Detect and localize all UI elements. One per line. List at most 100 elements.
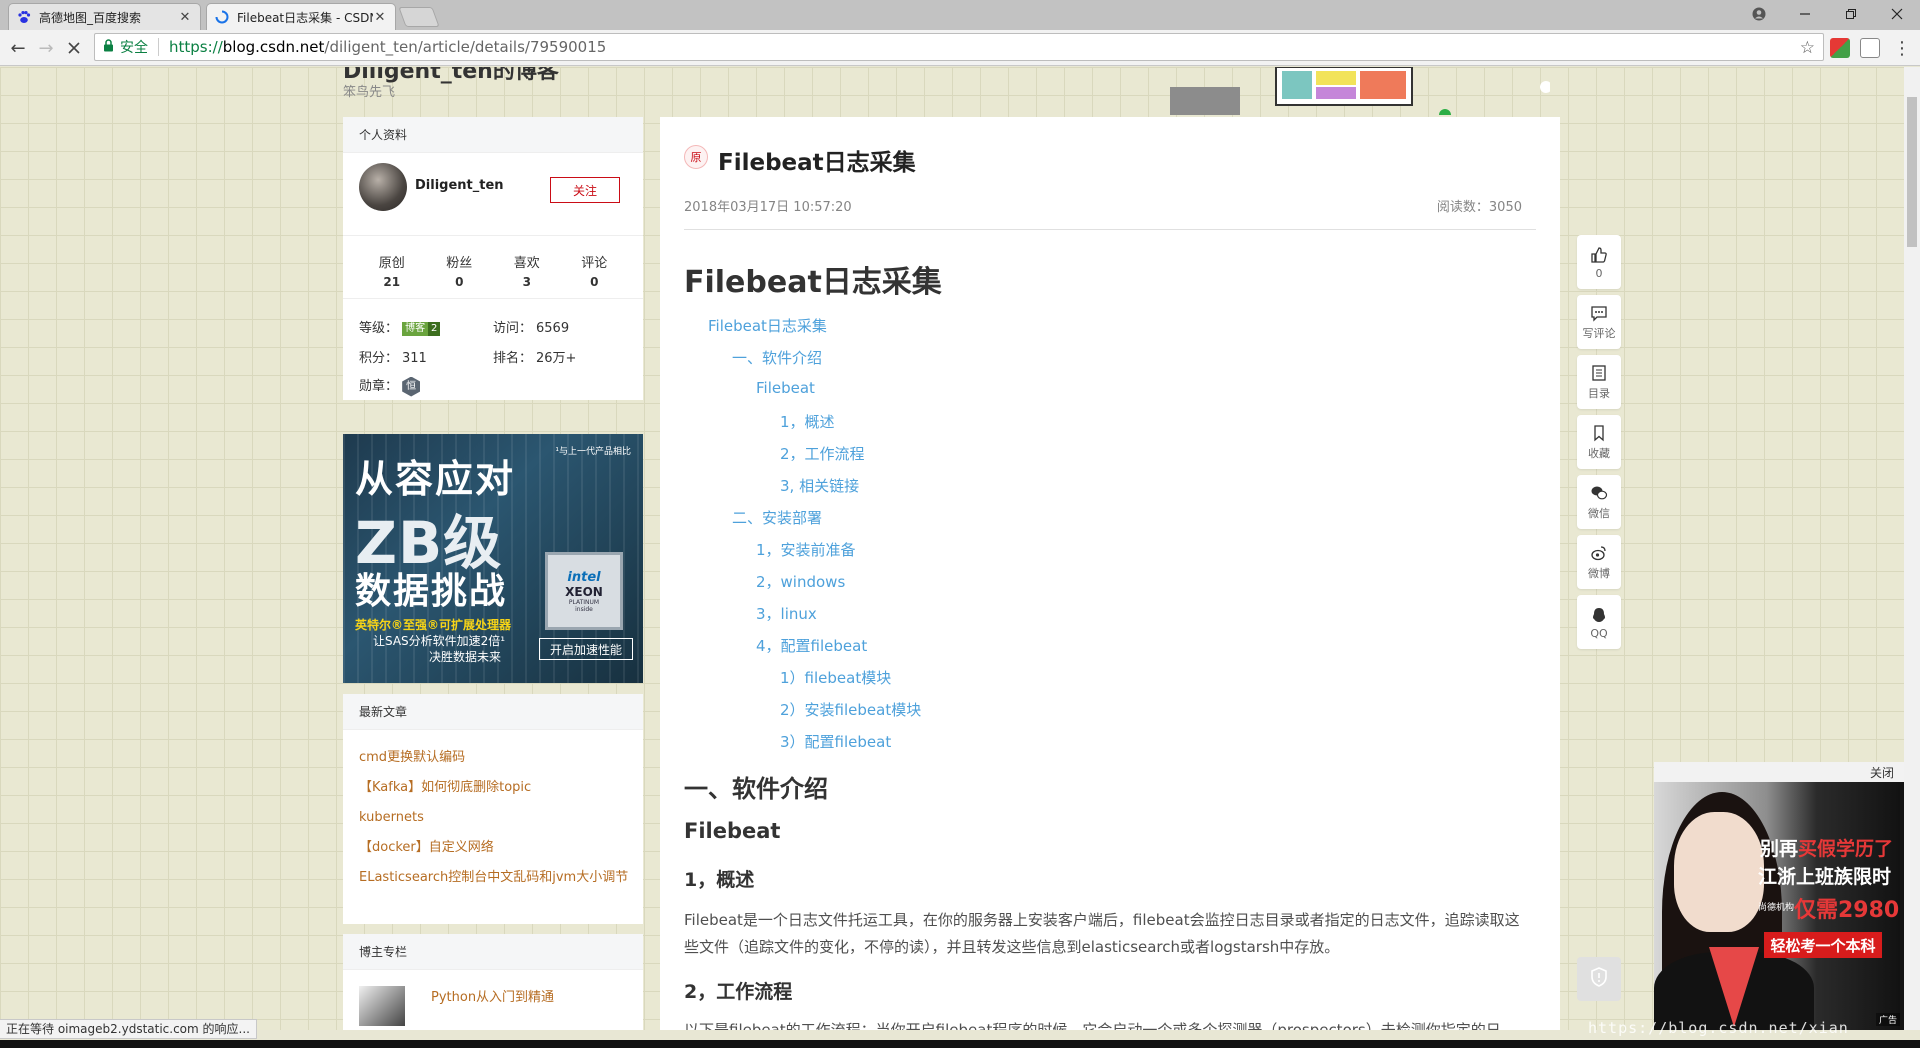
column-link[interactable]: Python从入门到精通 bbox=[431, 988, 631, 1008]
toc-link[interactable]: 3）配置filebeat bbox=[780, 731, 891, 752]
visits-value: 6569 bbox=[536, 321, 570, 336]
extension-icon[interactable] bbox=[1860, 38, 1880, 58]
comment-button[interactable]: 写评论 bbox=[1577, 295, 1621, 349]
right-ad[interactable]: 关闭 别再买假学历了 江浙上班族限时 尚德机构 仅需2980 轻松考一个本科 广… bbox=[1654, 762, 1904, 1030]
toc-link[interactable]: 1，概述 bbox=[780, 411, 835, 432]
follow-button[interactable]: 关注 bbox=[550, 177, 620, 203]
level-row: 等级： 博客 2 bbox=[359, 317, 441, 336]
address-bar[interactable]: 安全 https://blog.csdn.net/diligent_ten/ar… bbox=[94, 33, 1824, 61]
level-label: 等级： bbox=[359, 321, 399, 336]
recent-article-link[interactable]: ELasticsearch控制台中文乱码和jvm大小调节 bbox=[359, 868, 629, 888]
ad-subline-2: 让SAS分析软件加速2倍¹ bbox=[373, 634, 506, 648]
favorite-label: 收藏 bbox=[1588, 447, 1610, 460]
ad-cta-button[interactable]: 开启加速性能 bbox=[539, 638, 633, 660]
lock-icon bbox=[103, 39, 114, 55]
medal-badge-icon[interactable]: 恒 bbox=[402, 376, 421, 397]
toc-link[interactable]: 1，安装前准备 bbox=[756, 539, 856, 560]
recent-article-link[interactable]: 【docker】自定义网络 bbox=[359, 838, 629, 858]
tab-close-icon[interactable]: ✕ bbox=[373, 10, 387, 25]
close-window-icon[interactable] bbox=[1874, 0, 1920, 28]
toc-link[interactable]: 一、软件介绍 bbox=[732, 347, 822, 368]
toc-link[interactable]: Filebeat bbox=[756, 379, 815, 397]
level-badge[interactable]: 博客 bbox=[402, 321, 429, 336]
tab-close-icon[interactable]: ✕ bbox=[178, 10, 192, 25]
recent-article-link[interactable]: 【Kafka】如何彻底删除topic bbox=[359, 778, 629, 798]
loading-spinner-icon bbox=[215, 10, 229, 24]
toc-link[interactable]: 2）安装filebeat模块 bbox=[780, 699, 921, 720]
tab-strip: 高德地图_百度搜索 ✕ Filebeat日志采集 - CSDN ✕ bbox=[0, 0, 1920, 30]
toc-link[interactable]: 1）filebeat模块 bbox=[780, 667, 891, 688]
recent-article-link[interactable]: cmd更换默认编码 bbox=[359, 748, 629, 768]
ad-line-1a: 别再 bbox=[1760, 838, 1799, 860]
toc-link[interactable]: 4，配置filebeat bbox=[756, 635, 867, 656]
report-button[interactable] bbox=[1577, 957, 1621, 1001]
stat-original: 原创 21 bbox=[358, 236, 426, 298]
url-host: blog.csdn.net bbox=[222, 38, 325, 56]
url-path: /diligent_ten/article/details/79590015 bbox=[324, 38, 607, 56]
bookmark-star-icon[interactable]: ☆ bbox=[1800, 38, 1815, 58]
article-read-count: 阅读数：3050 bbox=[1436, 200, 1522, 215]
rank-row: 排名： 26万+ bbox=[493, 347, 576, 366]
stat-label: 粉丝 bbox=[446, 256, 473, 271]
username[interactable]: Diligent_ten bbox=[415, 178, 504, 193]
medal-row: 勋章： 恒 bbox=[359, 375, 421, 397]
profile-stats: 原创 21 粉丝 0 喜欢 3 评论 0 bbox=[343, 235, 643, 299]
new-tab-button[interactable] bbox=[398, 7, 440, 27]
recent-article-link[interactable]: kubernets bbox=[359, 808, 629, 828]
sidebar-ad-intel[interactable]: ¹与上一代产品相比 从容应对 ZB级 数据挑战 intel XEON PLATI… bbox=[343, 434, 643, 683]
favorite-button[interactable]: 收藏 bbox=[1577, 415, 1621, 469]
ad-face bbox=[1674, 812, 1764, 932]
extension-icon[interactable] bbox=[1830, 38, 1850, 58]
level-number: 2 bbox=[428, 321, 441, 336]
toc-link[interactable]: 2，windows bbox=[756, 571, 845, 592]
bookmark-icon bbox=[1589, 423, 1609, 443]
ad-headline-3: 数据挑战 bbox=[355, 571, 508, 612]
column-thumbnail[interactable] bbox=[359, 986, 405, 1026]
ad-price: 仅需2980 bbox=[1794, 898, 1900, 923]
blogger-column-header: 博主专栏 bbox=[343, 934, 643, 970]
like-count: 0 bbox=[1595, 266, 1603, 280]
toc-link[interactable]: 3, 相关链接 bbox=[780, 475, 859, 496]
minimize-icon[interactable] bbox=[1782, 0, 1828, 28]
thumbs-up-icon bbox=[1589, 245, 1609, 265]
toc-link[interactable]: 二、安装部署 bbox=[732, 507, 822, 528]
vertical-scrollbar[interactable] bbox=[1904, 67, 1920, 1030]
recent-articles-header: 最新文章 bbox=[343, 694, 643, 730]
ad-cta-button[interactable]: 轻松考一个本科 bbox=[1764, 932, 1882, 958]
image-watermark: https://blog.csdn.net/xian bbox=[1588, 1019, 1849, 1037]
qq-share-button[interactable]: QQ bbox=[1577, 595, 1621, 649]
taskbar-edge bbox=[0, 1040, 1920, 1048]
avatar[interactable] bbox=[359, 163, 407, 211]
points-row: 积分： 311 bbox=[359, 347, 427, 366]
stat-value: 0 bbox=[590, 275, 599, 289]
weibo-share-button[interactable]: 微博 bbox=[1577, 535, 1621, 589]
forward-icon[interactable]: → bbox=[34, 36, 58, 60]
ad-subline-1: 英特尔®至强®可扩展处理器 bbox=[355, 618, 512, 632]
stop-loading-icon[interactable] bbox=[62, 36, 86, 60]
visits-row: 访问： 6569 bbox=[493, 317, 569, 336]
toc-link[interactable]: 2，工作流程 bbox=[780, 443, 865, 464]
toc-link[interactable]: 3，linux bbox=[756, 603, 817, 624]
ad-line-1: 别再买假学历了 bbox=[1760, 834, 1893, 861]
profile-card-header: 个人资料 bbox=[343, 117, 643, 153]
secure-label: 安全 bbox=[120, 40, 148, 56]
chip-brand: intel bbox=[567, 569, 601, 585]
wechat-label: 微信 bbox=[1588, 507, 1610, 520]
ad-line-1b: 买假学历了 bbox=[1798, 838, 1894, 860]
wechat-share-button[interactable]: 微信 bbox=[1577, 475, 1621, 529]
restore-icon[interactable] bbox=[1828, 0, 1874, 28]
toc-link[interactable]: Filebeat日志采集 bbox=[708, 315, 827, 336]
article: 原 Filebeat日志采集 2018年03月17日 10:57:20 阅读数：… bbox=[660, 117, 1560, 1030]
tab-csdn[interactable]: Filebeat日志采集 - CSDN ✕ bbox=[206, 3, 396, 30]
baidu-paw-icon bbox=[17, 10, 31, 24]
tab-baidu[interactable]: 高德地图_百度搜索 ✕ bbox=[8, 3, 201, 30]
qq-label: QQ bbox=[1590, 626, 1608, 640]
scrollbar-thumb[interactable] bbox=[1907, 97, 1917, 247]
menu-kebab-icon[interactable]: ⋮ bbox=[1890, 36, 1914, 60]
ad-close-button[interactable]: 关闭 bbox=[1870, 764, 1894, 781]
back-icon[interactable]: ← bbox=[6, 36, 30, 60]
toc-button[interactable]: 目录 bbox=[1577, 355, 1621, 409]
like-button[interactable]: 0 bbox=[1577, 235, 1621, 289]
profile-icon[interactable] bbox=[1736, 0, 1782, 28]
tab-title: 高德地图_百度搜索 bbox=[39, 10, 142, 25]
